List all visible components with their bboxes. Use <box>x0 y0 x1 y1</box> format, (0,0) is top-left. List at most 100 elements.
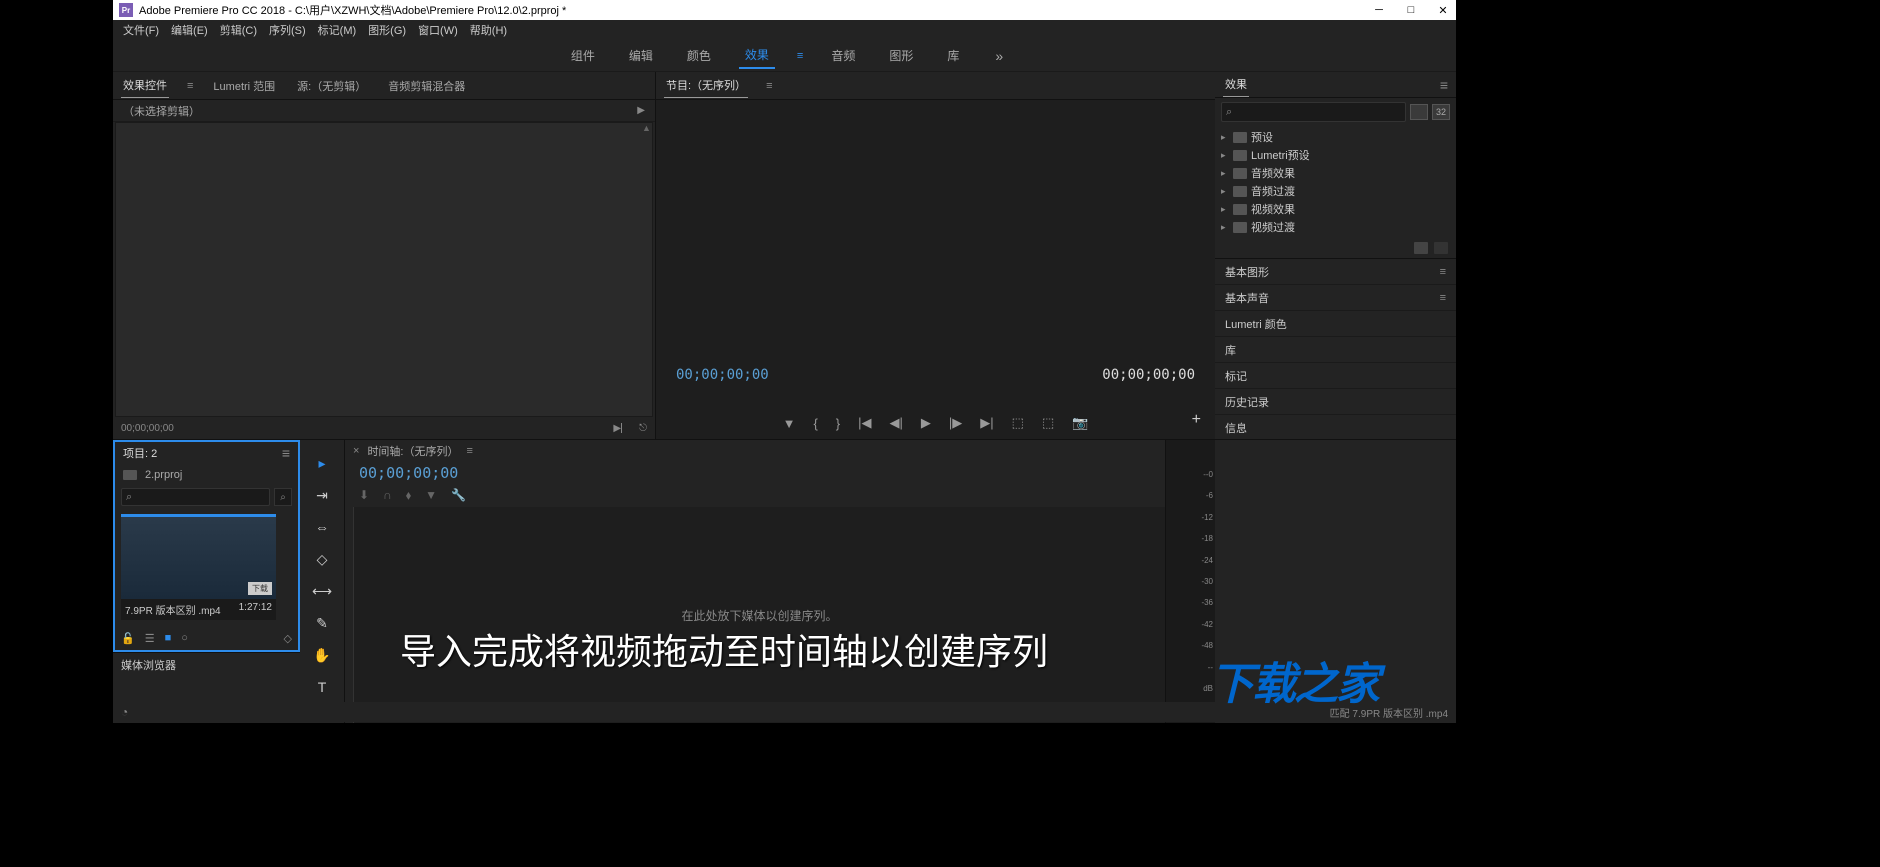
selection-tool[interactable]: ▸ <box>311 452 333 474</box>
effect-controls-panel: 效果控件 ≡ Lumetri 范围 源:（无剪辑） 音频剪辑混合器 （未选择剪辑… <box>113 72 656 439</box>
program-panel-menu-icon[interactable]: ≡ <box>766 80 772 92</box>
workspace-effects[interactable]: 效果 <box>739 42 775 69</box>
workspace-assembly[interactable]: 组件 <box>565 43 601 68</box>
lock-icon[interactable]: 🔓 <box>121 632 135 645</box>
go-to-out-button[interactable]: ▶| <box>980 415 993 431</box>
clip-thumbnail[interactable]: 下载 7.9PR 版本区别 .mp4 1:27:12 <box>121 514 276 620</box>
linked-selection-icon[interactable]: ∩ <box>383 488 392 503</box>
timeline-timecode[interactable]: 00;00;00;00 <box>345 462 1165 484</box>
fx-filter-accelerated[interactable] <box>1410 104 1428 120</box>
close-button[interactable]: ✕ <box>1436 3 1450 17</box>
menu-file[interactable]: 文件(F) <box>117 22 165 38</box>
effects-search-input[interactable]: ⌕ <box>1221 102 1406 122</box>
maximize-button[interactable]: □ <box>1404 3 1418 17</box>
tree-item-video-effects[interactable]: ▸视频效果 <box>1221 200 1450 218</box>
settings-icon[interactable]: 🔧 <box>451 488 466 503</box>
playhead-toggle-icon[interactable]: ▶⎸ <box>613 423 631 434</box>
timeline-panel-menu-icon[interactable]: ≡ <box>467 445 473 457</box>
timeline-close-icon[interactable]: × <box>353 445 359 457</box>
project-search-filter[interactable]: ⌕ <box>274 488 292 506</box>
search-icon: ⌕ <box>126 491 132 504</box>
button-editor[interactable]: + <box>1192 411 1201 429</box>
workspace-editing[interactable]: 编辑 <box>623 43 659 68</box>
menu-sequence[interactable]: 序列(S) <box>263 22 312 38</box>
audio-meters[interactable]: --0 -6 -12 -18 -24 -30 -36 -42 -48 -- dB <box>1165 440 1215 723</box>
fx-filter-32bit[interactable]: 32 <box>1432 104 1450 120</box>
tab-source[interactable]: 源:（无剪辑） <box>295 74 368 98</box>
window-title: Adobe Premiere Pro CC 2018 - C:\用户\XZWH\… <box>139 2 1372 18</box>
panel-menu-icon[interactable]: ≡ <box>187 80 193 92</box>
tab-lumetri-scopes[interactable]: Lumetri 范围 <box>211 74 277 98</box>
extract-button[interactable]: ⬚ <box>1042 415 1054 431</box>
tab-audio-clip-mixer[interactable]: 音频剪辑混合器 <box>386 74 467 98</box>
hand-tool[interactable]: ✋ <box>311 644 333 666</box>
project-search-input[interactable]: ⌕ <box>121 488 270 506</box>
snap-icon[interactable]: ⬇ <box>359 488 369 503</box>
icon-view-icon[interactable]: ■ <box>165 632 172 644</box>
tree-item-presets[interactable]: ▸预设 <box>1221 128 1450 146</box>
add-marker-icon[interactable]: ⬧ <box>406 488 411 503</box>
tree-item-video-transitions[interactable]: ▸视频过渡 <box>1221 218 1450 236</box>
acc-history[interactable]: 历史记录 <box>1215 389 1456 415</box>
new-bin-icon[interactable] <box>1414 242 1428 254</box>
step-forward-button[interactable]: |▶ <box>949 415 962 431</box>
workspace-libraries[interactable]: 库 <box>941 43 965 68</box>
step-back-button[interactable]: ◀| <box>890 415 903 431</box>
menu-marker[interactable]: 标记(M) <box>312 22 363 38</box>
acc-markers[interactable]: 标记 <box>1215 363 1456 389</box>
zoom-slider-icon[interactable]: ◇ <box>284 632 292 645</box>
razor-tool[interactable]: ◇ <box>311 548 333 570</box>
acc-libraries[interactable]: 库 <box>1215 337 1456 363</box>
delete-icon[interactable] <box>1434 242 1448 254</box>
folder-icon <box>1233 150 1247 161</box>
timeline-drop-zone[interactable]: 在此处放下媒体以创建序列。 <box>353 507 1165 723</box>
type-tool[interactable]: T <box>311 676 333 698</box>
freeform-view-icon[interactable]: ○ <box>181 632 188 644</box>
program-timecode-left[interactable]: 00;00;00;00 <box>676 367 769 383</box>
ripple-edit-tool[interactable]: ⇔ <box>311 516 333 538</box>
project-title: 项目: 2 <box>123 445 157 461</box>
folder-icon <box>1233 168 1247 179</box>
tree-item-audio-transitions[interactable]: ▸音频过渡 <box>1221 182 1450 200</box>
menu-window[interactable]: 窗口(W) <box>412 22 464 38</box>
marker-icon[interactable]: ▼ <box>425 488 437 503</box>
lift-button[interactable]: ⬚ <box>1012 415 1024 431</box>
list-view-icon[interactable]: ☰ <box>145 632 155 645</box>
thumbnail-image: 下载 <box>121 517 276 599</box>
mark-out-icon[interactable]: } <box>836 416 840 431</box>
export-icon[interactable]: ⎋ <box>639 423 647 434</box>
project-panel-menu-icon[interactable]: ≡ <box>282 445 290 461</box>
tab-effect-controls[interactable]: 效果控件 <box>121 73 169 98</box>
mark-in-button[interactable]: ▼ <box>783 416 796 431</box>
mark-in-icon[interactable]: { <box>813 416 817 431</box>
acc-essential-sound[interactable]: 基本声音≡ <box>1215 285 1456 311</box>
project-breadcrumb[interactable]: 2.prproj <box>145 469 182 481</box>
play-button[interactable]: ▶ <box>921 415 931 431</box>
track-select-tool[interactable]: ⇥ <box>311 484 333 506</box>
media-browser-tab[interactable]: 媒体浏览器 <box>113 652 300 676</box>
tree-item-audio-effects[interactable]: ▸音频效果 <box>1221 164 1450 182</box>
menu-help[interactable]: 帮助(H) <box>464 22 513 38</box>
menu-clip[interactable]: 剪辑(C) <box>214 22 263 38</box>
acc-lumetri-color[interactable]: Lumetri 颜色 <box>1215 311 1456 337</box>
tab-program[interactable]: 节目:（无序列） <box>664 73 748 98</box>
acc-essential-graphics[interactable]: 基本图形≡ <box>1215 259 1456 285</box>
pen-tool[interactable]: ✎ <box>311 612 333 634</box>
workspace-overflow[interactable]: » <box>995 48 1004 64</box>
tab-effects[interactable]: 效果 <box>1223 72 1249 97</box>
go-to-in-button[interactable]: |◀ <box>858 415 871 431</box>
effects-panel-menu-icon[interactable]: ≡ <box>1440 77 1448 93</box>
workspace-color[interactable]: 颜色 <box>681 43 717 68</box>
workspace-audio[interactable]: 音频 <box>825 43 861 68</box>
slip-tool[interactable]: ⟷ <box>311 580 333 602</box>
export-frame-button[interactable]: 📷 <box>1072 415 1088 431</box>
expand-arrow-icon[interactable]: ▶ <box>637 105 645 116</box>
minimize-button[interactable]: ─ <box>1372 3 1386 17</box>
project-bin-body[interactable]: 下载 7.9PR 版本区别 .mp4 1:27:12 <box>115 508 298 626</box>
acc-info[interactable]: 信息 <box>1215 415 1456 441</box>
program-monitor-viewport[interactable]: 00;00;00;00 00;00;00;00 ▼ { } |◀ ◀| ▶ |▶… <box>656 100 1215 439</box>
menu-graphics[interactable]: 图形(G) <box>362 22 412 38</box>
menu-edit[interactable]: 编辑(E) <box>165 22 214 38</box>
tree-item-lumetri-presets[interactable]: ▸Lumetri预设 <box>1221 146 1450 164</box>
workspace-graphics[interactable]: 图形 <box>883 43 919 68</box>
